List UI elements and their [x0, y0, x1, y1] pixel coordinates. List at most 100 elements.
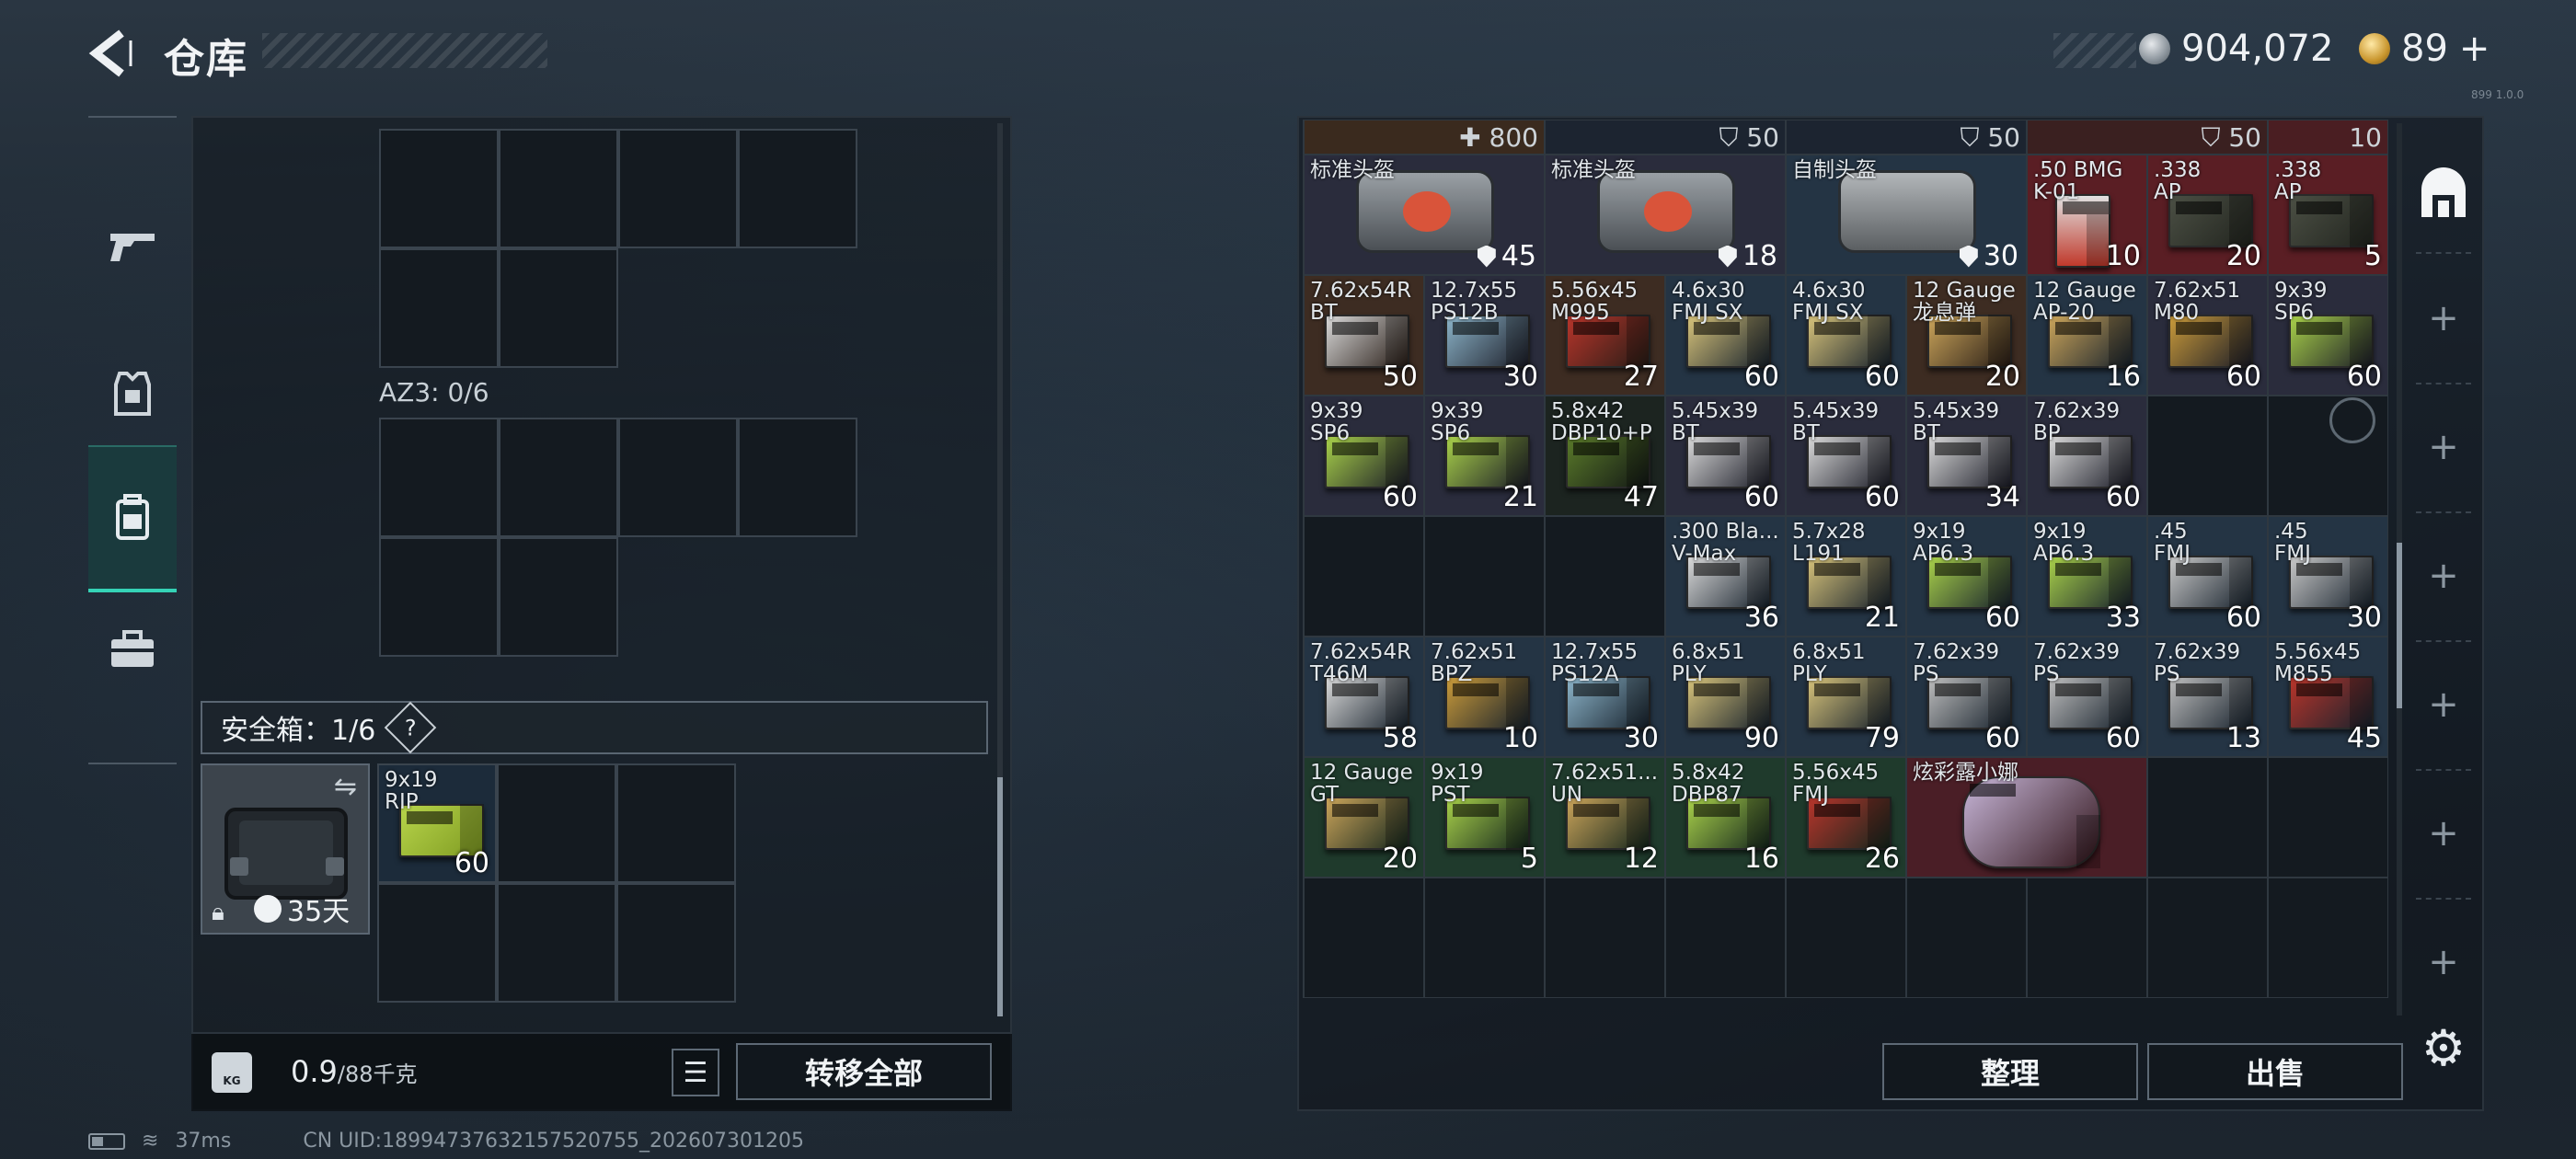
grid-cell[interactable] [616, 883, 736, 1003]
empty-slot[interactable] [1424, 516, 1545, 637]
ammo-item[interactable]: .45 FMJ 60 [2147, 516, 2268, 637]
list-view-button[interactable]: ☰ [672, 1049, 719, 1096]
cosmetic-item[interactable]: 炫彩露小娜 [1906, 757, 2147, 878]
grid-cell[interactable] [499, 129, 618, 248]
storage-tab-main[interactable] [2412, 164, 2475, 226]
ammo-item[interactable]: 7.62x51 M80 60 [2147, 275, 2268, 396]
grid-cell[interactable] [497, 883, 616, 1003]
ammo-item[interactable]: 5.45x39 BT 60 [1665, 396, 1786, 516]
add-tab-icon[interactable]: + [2412, 802, 2475, 865]
top-item-4[interactable]: ⛉ 50 [2027, 120, 2268, 155]
ammo-item[interactable]: 9x39 SP6 60 [1304, 396, 1424, 516]
ammo-item[interactable]: 5.56x45 M855 45 [2268, 637, 2388, 757]
back-button[interactable] [85, 26, 140, 81]
grid-cell[interactable] [618, 418, 738, 537]
ammo-item[interactable]: 9x19 AP6.3 60 [1906, 516, 2027, 637]
empty-slot[interactable] [2147, 878, 2268, 998]
add-tab-icon[interactable]: + [2412, 931, 2475, 993]
ammo-item[interactable]: 12 Gauge GT 20 [1304, 757, 1424, 878]
ammo-item[interactable]: 9x39 SP6 21 [1424, 396, 1545, 516]
empty-slot[interactable] [1545, 878, 1665, 998]
transfer-all-button[interactable]: 转移全部 [736, 1043, 992, 1100]
grid-cell[interactable] [379, 248, 499, 368]
grid-cell[interactable] [497, 763, 616, 883]
ammo-item[interactable]: 6.8x51 PLY 90 [1665, 637, 1786, 757]
ammo-item[interactable]: 4.6x30 FMJ SX 60 [1665, 275, 1786, 396]
safebox-container[interactable]: ⇋ 🔒︎ 35天 [201, 763, 370, 935]
ammo-item[interactable]: 5.8x42 DBP10+P 47 [1545, 396, 1665, 516]
ammo-item[interactable]: 7.62x51... UN 12 [1545, 757, 1665, 878]
top-item-2[interactable]: ⛉ 50 [1545, 120, 1786, 155]
sell-button[interactable]: 出售 [2147, 1043, 2403, 1100]
ammo-item[interactable]: 5.56x45 M995 27 [1545, 275, 1665, 396]
ammo-item[interactable]: .50 BMG K-01 10 [2027, 155, 2147, 275]
ammo-item[interactable]: .338 AP 20 [2147, 155, 2268, 275]
grid-cell[interactable] [377, 883, 497, 1003]
ammo-item[interactable]: 7.62x39 PS 60 [2027, 637, 2147, 757]
settings-gear-icon[interactable]: ⚙ [2418, 1023, 2469, 1074]
ammo-item[interactable]: .338 AP 5 [2268, 155, 2388, 275]
ammo-item[interactable]: 7.62x54R T46M 58 [1304, 637, 1424, 757]
ammo-item[interactable]: .45 FMJ 30 [2268, 516, 2388, 637]
silver-currency[interactable]: 904,072 [2139, 28, 2333, 70]
ammo-item[interactable]: 12.7x55 PS12B 30 [1424, 275, 1545, 396]
grid-cell[interactable] [379, 129, 499, 248]
sort-button[interactable]: 整理 [1882, 1043, 2138, 1100]
ammo-item[interactable]: 7.62x54R BT 50 [1304, 275, 1424, 396]
ammo-item[interactable]: 7.62x39 PS 60 [1906, 637, 2027, 757]
empty-slot[interactable] [2268, 878, 2388, 998]
empty-slot[interactable] [1304, 516, 1424, 637]
grid-cell[interactable] [499, 248, 618, 368]
ammo-item[interactable]: 5.8x42 DBP87 16 [1665, 757, 1786, 878]
grid-cell[interactable] [379, 418, 499, 537]
ammo-item[interactable]: 12 Gauge AP-20 16 [2027, 275, 2147, 396]
top-item-1[interactable]: ✚ 800 [1304, 120, 1545, 155]
safe-item-ammo[interactable]: 9x19 RIP 60 [377, 763, 497, 883]
ammo-item[interactable]: 7.62x39 BP 60 [2027, 396, 2147, 516]
help-icon[interactable]: ? [384, 701, 437, 754]
ammo-item[interactable]: 5.7x28 L191 21 [1786, 516, 1906, 637]
grid-cell[interactable] [738, 418, 857, 537]
empty-slot[interactable] [1786, 878, 1906, 998]
add-tab-icon[interactable]: + [2412, 545, 2475, 607]
empty-slot[interactable] [2147, 396, 2268, 516]
target-icon[interactable] [2329, 397, 2375, 443]
ammo-item[interactable]: 7.62x51 BPZ 10 [1424, 637, 1545, 757]
top-item-3[interactable]: ⛉ 50 [1786, 120, 2027, 155]
ammo-item[interactable]: .300 Bla... V-Max 36 [1665, 516, 1786, 637]
add-tab-icon[interactable]: + [2412, 287, 2475, 350]
empty-slot[interactable] [2147, 757, 2268, 878]
ammo-item[interactable]: 12.7x55 PS12A 30 [1545, 637, 1665, 757]
ammo-item[interactable]: 9x39 SP6 60 [2268, 275, 2388, 396]
ammo-item[interactable]: 7.62x39 PS 13 [2147, 637, 2268, 757]
empty-slot[interactable] [1665, 878, 1786, 998]
grid-cell[interactable] [618, 129, 738, 248]
top-item-5[interactable]: 10 [2268, 120, 2388, 155]
gold-plus[interactable]: + [2459, 28, 2490, 70]
empty-slot[interactable] [1545, 516, 1665, 637]
ammo-item[interactable]: 9x19 AP6.3 33 [2027, 516, 2147, 637]
grid-cell[interactable] [379, 537, 499, 657]
grid-cell[interactable] [738, 129, 857, 248]
empty-slot[interactable] [2027, 878, 2147, 998]
swap-icon[interactable]: ⇋ [334, 771, 357, 803]
helmet-item-3[interactable]: 自制头盔 30 [1786, 155, 2027, 275]
empty-slot[interactable] [1906, 878, 2027, 998]
storage-scroll-thumb[interactable] [2397, 543, 2402, 708]
nav-medical[interactable] [88, 576, 177, 723]
nav-backpack[interactable] [88, 445, 177, 592]
grid-cell[interactable] [499, 418, 618, 537]
gold-currency[interactable]: 89 + [2359, 28, 2490, 70]
ammo-item[interactable]: 5.56x45 FMJ 26 [1786, 757, 1906, 878]
left-scroll-thumb[interactable] [997, 777, 1003, 1016]
nav-weapons[interactable] [88, 173, 177, 320]
helmet-item-1[interactable]: 标准头盔 45 [1304, 155, 1545, 275]
ammo-item[interactable]: 5.45x39 BT 60 [1786, 396, 1906, 516]
add-tab-icon[interactable]: + [2412, 416, 2475, 478]
helmet-item-2[interactable]: 标准头盔 18 [1545, 155, 1786, 275]
add-tab-icon[interactable]: + [2412, 673, 2475, 736]
empty-slot[interactable] [1304, 878, 1424, 998]
empty-slot[interactable] [1424, 878, 1545, 998]
ammo-item[interactable]: 6.8x51 PLY 79 [1786, 637, 1906, 757]
ammo-item[interactable]: 9x19 PST 5 [1424, 757, 1545, 878]
